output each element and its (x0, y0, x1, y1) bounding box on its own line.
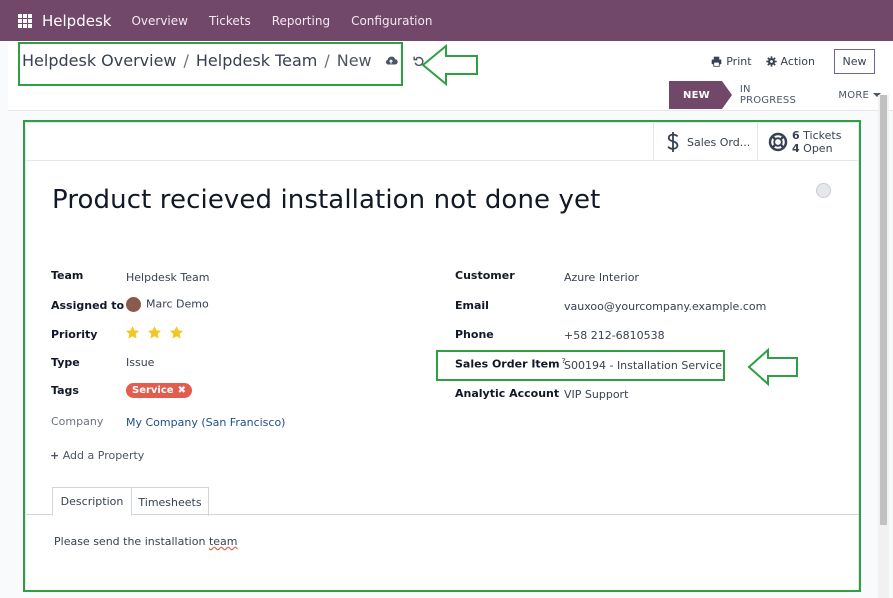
form-sheet: Sales Ord... 6 Tickets 4 Open Product re… (25, 122, 860, 592)
star-icon[interactable] (147, 325, 162, 340)
customer-field[interactable]: Azure Interior (564, 271, 639, 284)
customer-label: Customer (455, 269, 515, 282)
description-misspelled-word: team (208, 535, 238, 548)
analytic-account-label: Analytic Account (455, 387, 560, 400)
open-count: 4 (792, 142, 800, 155)
sales-order-label: Sales Ord... (687, 135, 751, 149)
add-property-button[interactable]: + Add a Property (50, 449, 144, 462)
annotation-arrow-left-icon (421, 43, 478, 87)
breadcrumb-helpdesk-team[interactable]: Helpdesk Team (196, 51, 317, 70)
tickets-count: 6 (792, 129, 800, 142)
plus-icon: + (50, 449, 60, 462)
star-icon[interactable] (125, 325, 140, 340)
nav-configuration[interactable]: Configuration (351, 14, 432, 28)
tickets-smart-button[interactable]: 6 Tickets 4 Open (757, 123, 860, 161)
assigned-to-label: Assigned to (51, 299, 125, 312)
description-text: Please send the installation (54, 535, 209, 548)
new-record-button[interactable]: New (834, 49, 875, 74)
notebook-tabs: Description Timesheets (26, 487, 860, 516)
type-label: Type (51, 356, 80, 369)
tickets-label: Tickets (803, 129, 842, 142)
type-field[interactable]: Issue (126, 356, 154, 369)
print-label: Print (726, 55, 752, 68)
sales-order-smart-button[interactable]: Sales Ord... (653, 123, 757, 161)
kanban-state-circle[interactable] (816, 183, 831, 198)
tags-label: Tags (51, 384, 79, 397)
assigned-to-value: Marc Demo (146, 297, 209, 311)
assigned-to-field[interactable]: Marc Demo (126, 297, 209, 312)
add-property-label: Add a Property (62, 449, 145, 462)
team-field[interactable]: Helpdesk Team (126, 271, 210, 284)
print-icon (711, 56, 722, 67)
vertical-scrollbar[interactable] (878, 95, 889, 598)
breadcrumb-separator: / (324, 51, 330, 70)
breadcrumb-separator: / (183, 51, 189, 70)
annotation-arrow-left-icon (747, 347, 798, 387)
apps-menu-icon[interactable] (18, 13, 32, 28)
breadcrumb-helpdesk-overview[interactable]: Helpdesk Overview (22, 51, 177, 70)
stage-in-progress[interactable]: IN PROGRESS (722, 81, 819, 109)
email-label: Email (455, 299, 489, 312)
breadcrumb-current: New (336, 51, 372, 70)
priority-label: Priority (51, 328, 98, 341)
stage-more-label: MORE (838, 89, 869, 101)
form-actions: Print Action (697, 55, 815, 68)
sales-order-item-field[interactable]: S00194 - Installation Service (564, 359, 722, 372)
action-button[interactable]: Action (765, 55, 815, 68)
nav-overview[interactable]: Overview (131, 14, 188, 28)
tickets-counts: 6 Tickets 4 Open (792, 129, 841, 155)
email-field[interactable]: vauxoo@yourcompany.example.com (564, 300, 766, 313)
company-label: Company (51, 415, 104, 428)
breadcrumb: Helpdesk Overview / Helpdesk Team / New (22, 51, 426, 70)
action-label: Action (780, 55, 815, 68)
print-button[interactable]: Print (711, 55, 752, 68)
top-navbar: Helpdesk Overview Tickets Reporting Conf… (0, 0, 893, 41)
smart-button-box: Sales Ord... 6 Tickets 4 Open (26, 123, 860, 161)
ticket-title[interactable]: Product recieved installation not done y… (52, 185, 600, 215)
star-icon[interactable] (169, 325, 184, 340)
open-label: Open (803, 142, 833, 155)
tag-service-label: Service (132, 385, 174, 396)
sales-order-item-label-text: Sales Order Item (455, 357, 560, 371)
dollar-icon (667, 132, 679, 152)
description-editor[interactable]: Please send the installation team (54, 535, 237, 548)
nav-tickets[interactable]: Tickets (209, 14, 251, 28)
tab-description[interactable]: Description (52, 487, 132, 516)
tag-service[interactable]: Service ✖ (126, 383, 192, 398)
avatar (126, 297, 141, 312)
priority-stars (125, 325, 191, 340)
save-cloud-icon[interactable] (384, 54, 398, 68)
lifebuoy-icon (768, 132, 788, 152)
stage-new[interactable]: NEW (669, 81, 732, 109)
stage-statusbar: NEW IN PROGRESS MORE (669, 81, 893, 109)
sales-order-item-label: Sales Order Item? (455, 357, 566, 371)
gear-icon (765, 56, 777, 67)
scrollbar-thumb[interactable] (880, 95, 887, 525)
phone-label: Phone (455, 328, 494, 341)
analytic-account-field[interactable]: VIP Support (564, 388, 628, 401)
company-field[interactable]: My Company (San Francisco) (126, 416, 285, 429)
tag-remove-icon[interactable]: ✖ (178, 385, 186, 396)
nav-reporting[interactable]: Reporting (272, 14, 330, 28)
phone-field[interactable]: +58 212-6810538 (564, 329, 665, 342)
team-label: Team (51, 269, 84, 282)
app-brand[interactable]: Helpdesk (42, 12, 111, 30)
tab-timesheets[interactable]: Timesheets (132, 487, 209, 516)
